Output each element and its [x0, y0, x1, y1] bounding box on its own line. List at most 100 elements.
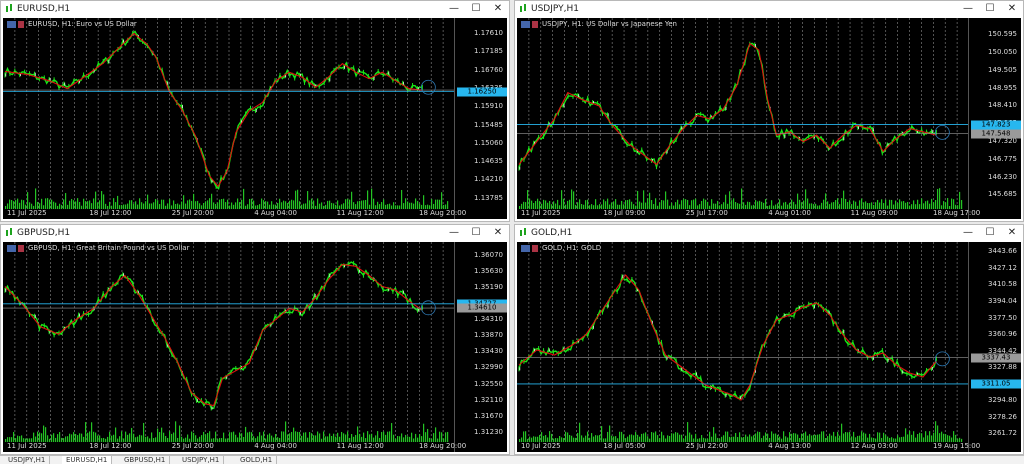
- volume-bar: [375, 435, 377, 442]
- volume-bar: [573, 191, 575, 209]
- minimize-icon[interactable]: —: [957, 1, 979, 17]
- volume-bar: [291, 199, 293, 209]
- volume-bar: [623, 434, 625, 442]
- volume-bar: [77, 198, 79, 209]
- volume-bar: [241, 199, 243, 209]
- volume-bar: [347, 198, 349, 209]
- volume-bar: [59, 432, 61, 442]
- maximize-icon[interactable]: ☐: [979, 1, 1001, 17]
- maximize-icon[interactable]: ☐: [465, 225, 487, 241]
- volume-bar: [737, 203, 739, 209]
- volume-bar: [853, 200, 855, 209]
- chart-window-gbpusd[interactable]: GBPUSD,H1 — ☐ ✕ GBPUSD, H1: Great Britain Po…: [0, 224, 510, 455]
- volume-bar: [539, 201, 541, 209]
- volume-bar: [921, 433, 923, 442]
- volume-bar: [309, 200, 311, 209]
- volume-bar: [763, 202, 765, 209]
- chart-window-eurusd[interactable]: EURUSD,H1— ☐ ✕ EURUSD, H1: Euro vs US Dolla…: [0, 0, 510, 222]
- chart-area[interactable]: USDJPY, H1: US Dollar vs Japanese Yen 150…: [517, 18, 1021, 219]
- volume-bar: [759, 431, 761, 442]
- volume-bar: [683, 438, 685, 442]
- volume-bar: [269, 433, 271, 442]
- maximize-icon[interactable]: ☐: [979, 225, 1001, 241]
- volume-bar: [735, 432, 737, 442]
- volume-bar: [81, 433, 83, 442]
- volume-bar: [777, 434, 779, 442]
- volume-bar: [643, 190, 645, 209]
- volume-bar: [311, 433, 313, 442]
- volume-bar: [117, 195, 119, 209]
- volume-bar: [649, 438, 651, 442]
- volume-bar: [665, 438, 667, 442]
- volume-bar: [607, 198, 609, 209]
- volume-bar: [191, 431, 193, 442]
- time-axis-label: 19 Aug 15:00: [933, 442, 981, 450]
- volume-bar: [601, 204, 603, 209]
- price-axis[interactable]: 3443.66 3427.12 3410.58 3394.04 3377.50 3360.…: [968, 242, 1021, 452]
- volume-bar: [113, 198, 115, 209]
- close-icon[interactable]: ✕: [1001, 225, 1023, 241]
- chart-area[interactable]: EURUSD, H1: Euro vs US Dollar 1.17610 1.17…: [3, 18, 507, 219]
- time-axis-label: 18 Aug 17:00: [933, 209, 981, 217]
- volume-bar: [637, 434, 639, 442]
- volume-bar: [419, 434, 421, 442]
- volume-bar: [75, 434, 77, 442]
- minimize-icon[interactable]: —: [957, 225, 979, 241]
- volume-bar: [229, 205, 231, 209]
- chart-area[interactable]: GBPUSD, H1: Great Britain Pound vs US Do…: [3, 242, 507, 452]
- maximize-icon[interactable]: ☐: [465, 1, 487, 17]
- volume-bar: [817, 434, 819, 442]
- volume-bar: [565, 431, 567, 442]
- volume-bar: [923, 203, 925, 209]
- close-icon[interactable]: ✕: [487, 225, 509, 241]
- volume-bar: [173, 432, 175, 442]
- volume-bar: [907, 434, 909, 442]
- volume-bar: [401, 189, 403, 209]
- volume-bar: [321, 202, 323, 209]
- time-axis-label: 11 Aug 12:00: [336, 442, 384, 450]
- volume-bar: [93, 198, 95, 209]
- price-axis-label: 3443.66: [988, 247, 1017, 256]
- volume-bar: [183, 195, 185, 209]
- volume-bar: [147, 194, 149, 209]
- price-axis[interactable]: 1.360701.356301.351901.347501.343101.338…: [454, 242, 507, 452]
- volume-bar: [903, 436, 905, 442]
- volume-bar: [931, 198, 933, 209]
- chart-window-usdjpy[interactable]: USDJPY,H1— ☐ ✕ USDJPY, H1: US Dollar vs Jap…: [514, 0, 1024, 222]
- volume-bar: [51, 434, 53, 442]
- minimize-icon[interactable]: —: [443, 225, 465, 241]
- volume-bar: [215, 431, 217, 442]
- chart-area[interactable]: GOLD, H1: GOLD 3443.66 3427.12 3410.58 3394.…: [517, 242, 1021, 452]
- volume-bar: [879, 432, 881, 442]
- volume-bar: [71, 198, 73, 209]
- volume-bar: [561, 437, 563, 442]
- minimize-icon[interactable]: —: [443, 1, 465, 17]
- volume-bar: [131, 200, 133, 209]
- volume-bar: [75, 201, 77, 209]
- volume-bar: [13, 201, 15, 209]
- volume-bar: [49, 438, 51, 442]
- volume-bar: [727, 431, 729, 442]
- volume-bar: [817, 205, 819, 209]
- volume-bar: [235, 202, 237, 209]
- volume-bar: [403, 437, 405, 442]
- volume-bar: [265, 201, 267, 209]
- close-icon[interactable]: ✕: [487, 1, 509, 17]
- volume-bar: [577, 432, 579, 442]
- price-axis[interactable]: 150.595 150.050 149.505 148.955 148.410 147.8…: [968, 18, 1021, 219]
- volume-bar: [439, 199, 441, 209]
- price-axis[interactable]: 1.176101.171851.167601.163351.159101.154…: [454, 18, 507, 219]
- price-axis-label: 1.33430: [474, 347, 503, 356]
- volume-bar: [747, 436, 749, 442]
- chart-window-gold[interactable]: GOLD,H1— ☐ ✕ GOLD, H1: GOLD 3443.66 3427.12 34…: [514, 224, 1024, 455]
- volume-bar: [543, 199, 545, 209]
- volume-bar: [839, 435, 841, 442]
- volume-bar: [821, 202, 823, 209]
- volume-bar: [813, 204, 815, 209]
- volume-bar: [55, 202, 57, 209]
- price-axis-label: 146.230: [988, 172, 1017, 181]
- volume-bar: [691, 200, 693, 209]
- chart-symbol-label: EURUSD, H1: Euro vs US Dollar: [7, 20, 137, 28]
- close-icon[interactable]: ✕: [1001, 1, 1023, 17]
- volume-bar: [351, 434, 353, 442]
